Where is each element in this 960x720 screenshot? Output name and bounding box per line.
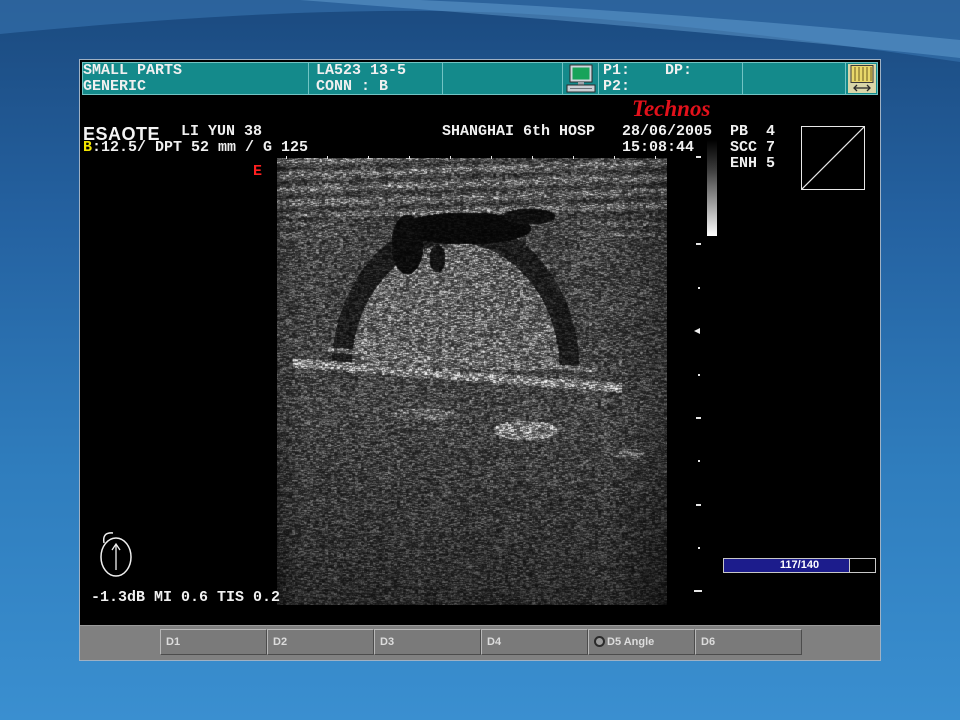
p1-label: P1: [603,62,631,79]
softkey-label: D2 [273,636,288,648]
circle-icon [594,636,605,647]
archive-folder-icon[interactable] [847,63,877,94]
mode-line: B:12.5/ DPT 52 mm / G 125 [83,140,308,156]
mode-letter: B [83,139,93,156]
product-logo: Technos [632,96,711,121]
depth-scale-tick [698,547,700,549]
preset-name[interactable]: SMALL PARTS [83,63,182,79]
softkey-d4[interactable]: D4 [481,629,588,655]
softkey-label: D6 [701,636,716,648]
cine-frame-bar[interactable]: 117/140 [723,558,876,573]
image-top-tick [655,156,656,159]
hospital-name: SHANGHAI 6th HOSP [442,123,596,140]
softkey-label: D4 [487,636,502,648]
image-top-tick [368,156,369,159]
setting-pb: PB 4 [730,123,776,140]
depth-scale-tick [696,504,701,506]
probe-orientation-icon [96,528,136,585]
p2-label: P2: [603,78,631,95]
softkey-d1[interactable]: D1 [160,629,267,655]
probe-connector: CONN : B [316,78,389,95]
softkey-d3[interactable]: D3 [374,629,481,655]
softkey-label: D5 Angle [607,636,655,648]
depth-scale-tick [696,243,701,245]
monitor-icon[interactable] [565,63,597,94]
patient-name: LI YUN 38 [181,123,263,140]
cine-frame-label: 117/140 [779,559,820,571]
setting-enh: ENH 5 [730,155,776,172]
softkey-label: D1 [166,636,181,648]
softkey-d6[interactable]: D6 [695,629,802,655]
image-top-tick [450,156,451,159]
softkey-d2[interactable]: D2 [267,629,374,655]
softkey-bar: D1 D2 D3 D4 D5 Angle D6 [80,625,880,660]
focus-marker-icon [694,328,700,334]
image-top-tick [614,156,615,159]
mode-params: :12.5/ DPT 52 mm / G 125 [92,139,309,156]
header-separator [845,63,846,94]
header-separator [742,63,743,94]
header-separator [598,63,599,94]
dp-label: DP: [665,62,693,79]
depth-scale-tick [696,417,701,419]
setting-scc: SCC 7 [730,139,776,156]
exam-date: 28/06/2005 [622,123,713,140]
header-separator [308,63,309,94]
image-top-tick [286,156,287,159]
grayscale-bar [707,140,717,236]
depth-scale-tick [696,156,701,158]
image-top-tick [491,156,492,159]
header-bar: SMALL PARTS GENERIC LA523 13-5 CONN : B … [82,62,878,95]
softkey-label: D3 [380,636,395,648]
softkey-d5-angle[interactable]: D5 Angle [588,629,695,655]
image-top-tick [532,156,533,159]
image-top-tick [573,156,574,159]
orientation-marker: E [253,163,263,180]
header-separator [562,63,563,94]
probe-name[interactable]: LA523 13-5 [316,63,406,79]
header-separator [442,63,443,94]
preset-subname[interactable]: GENERIC [83,79,146,95]
acoustic-output: -1.3dB MI 0.6 TIS 0.2 [91,589,281,606]
reference-thumbnail-icon [801,126,865,190]
image-top-tick [327,156,328,159]
ultrasound-image [277,158,667,605]
image-top-tick [409,156,410,159]
depth-scale-tick [698,287,700,289]
depth-scale-tick [694,590,702,592]
depth-scale-tick [698,460,700,462]
device-screen: SMALL PARTS GENERIC LA523 13-5 CONN : B … [79,59,881,661]
exam-time: 15:08:44 [622,139,695,156]
depth-scale-tick [698,374,700,376]
